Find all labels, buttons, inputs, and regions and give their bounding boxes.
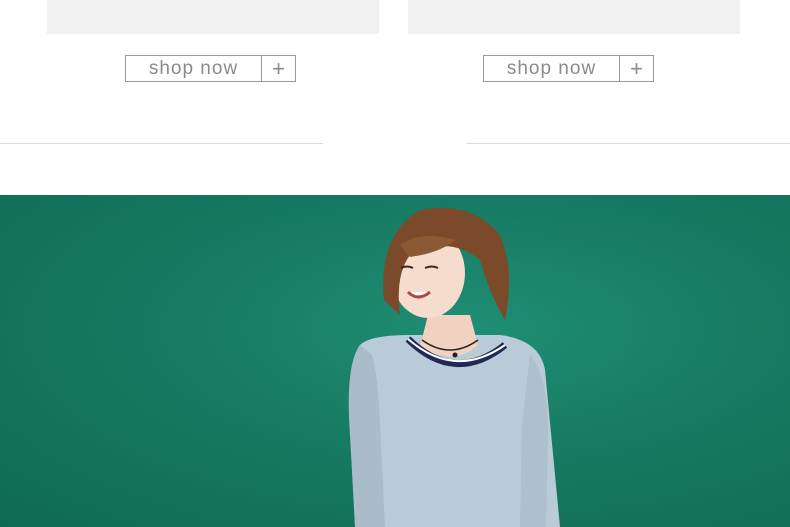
- shop-now-button-right[interactable]: shop now +: [483, 55, 654, 82]
- shop-now-label: shop now: [484, 56, 620, 81]
- section-divider-left: [0, 143, 323, 144]
- plus-icon: +: [272, 55, 285, 81]
- product-card-left-image[interactable]: [47, 0, 379, 34]
- necklace-pendant: [452, 352, 458, 358]
- product-card-right-image[interactable]: [408, 0, 740, 34]
- plus-icon: +: [630, 55, 643, 81]
- hero-banner[interactable]: [0, 195, 790, 527]
- shop-now-label: shop now: [126, 56, 262, 81]
- model-photo: [348, 207, 560, 527]
- section-divider-right: [466, 143, 790, 144]
- shop-now-button-left[interactable]: shop now +: [125, 55, 296, 82]
